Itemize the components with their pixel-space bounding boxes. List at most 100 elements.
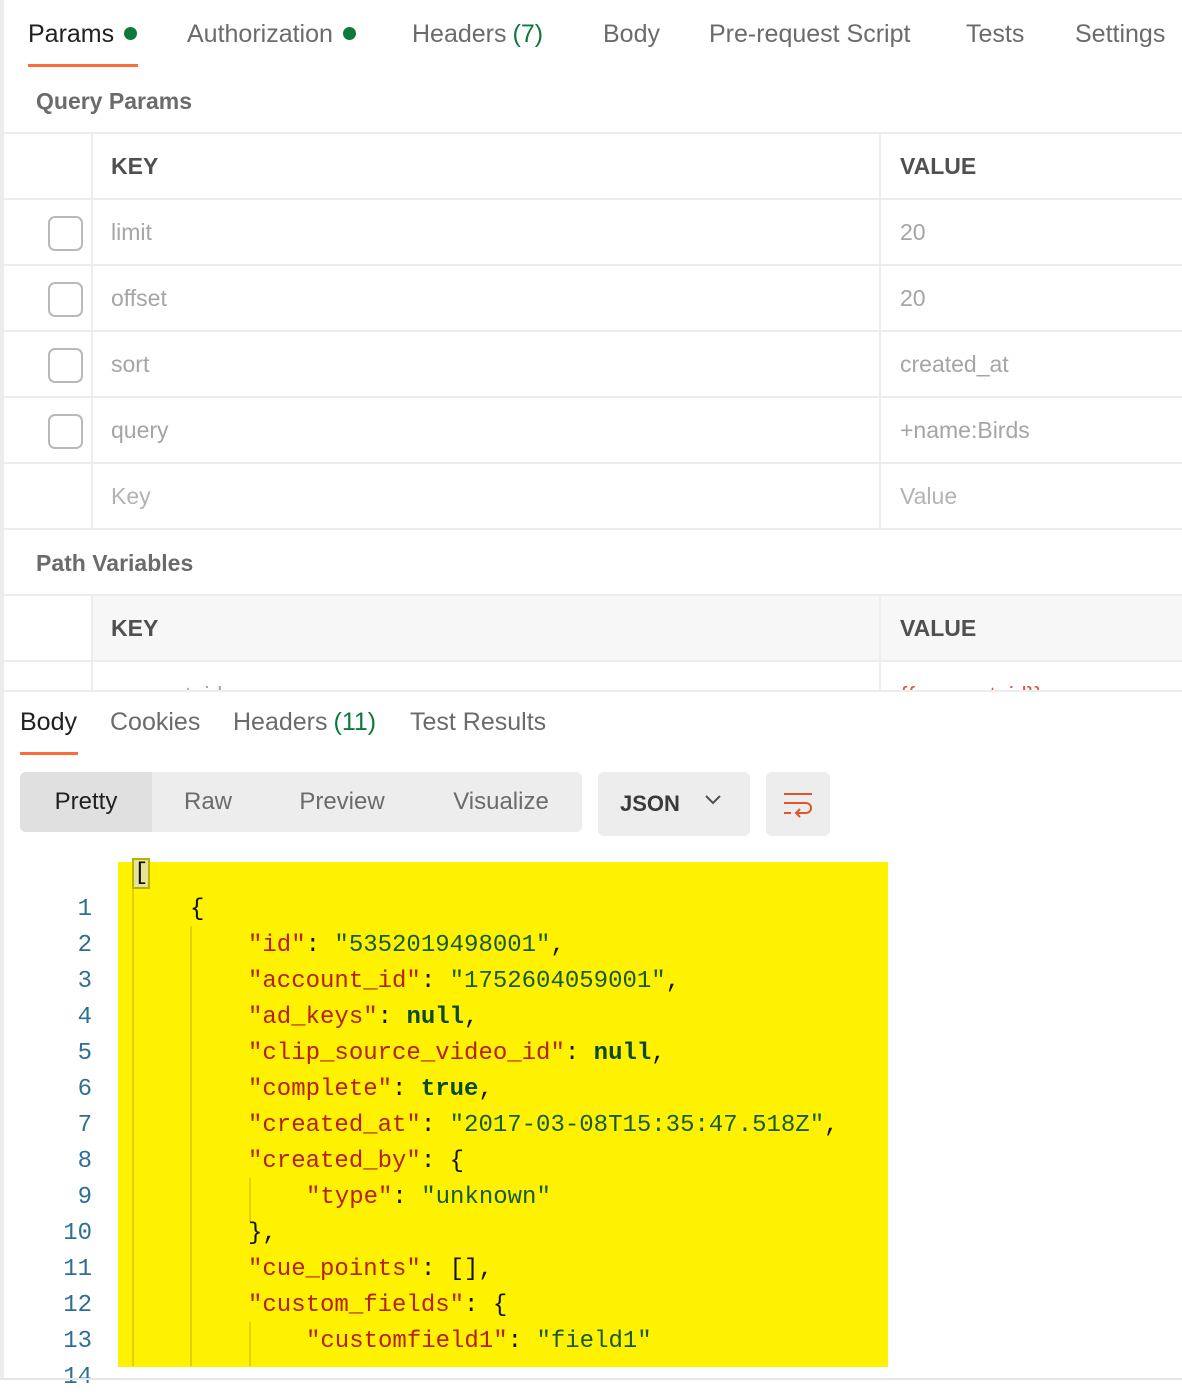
panel-bottom-border xyxy=(0,1378,1182,1380)
json-brace: }, xyxy=(248,1220,277,1247)
param-key[interactable]: offset xyxy=(93,266,881,330)
row-checkbox-cell xyxy=(4,266,93,330)
tab-params-label: Params xyxy=(28,20,115,48)
chevron-down-icon xyxy=(705,795,721,805)
path-variables-table: KEY VALUE account_id {{account_id}} xyxy=(4,594,1182,692)
json-string: "2017-03-08T15:35:47.518Z" xyxy=(449,1112,825,1139)
tab-params-underline xyxy=(28,64,138,67)
code-line: 13 "custom_fields": { xyxy=(0,1288,507,1355)
code-line: 1 [ xyxy=(0,856,151,923)
format-select[interactable]: JSON xyxy=(598,772,750,836)
response-tab-body[interactable]: Body xyxy=(20,708,77,737)
column-header-key: KEY xyxy=(93,596,881,660)
params-active-dot-icon xyxy=(124,26,138,40)
param-value[interactable]: 20 xyxy=(881,266,1182,330)
table-row: sort created_at xyxy=(4,332,1182,398)
tab-headers-count: (7) xyxy=(512,20,544,48)
new-param-key-input[interactable]: Key xyxy=(93,464,881,528)
column-header-key: KEY xyxy=(93,134,881,198)
json-key: "cue_points" xyxy=(248,1256,421,1283)
request-tabs: Params Authorization Headers (7) Body Pre… xyxy=(0,0,1182,70)
response-tab-headers-count: (11) xyxy=(333,708,377,736)
json-brace: { xyxy=(190,896,205,923)
tab-params[interactable]: Params xyxy=(28,20,138,49)
code-line: 7 "complete": true, xyxy=(0,1072,493,1139)
format-select-value: JSON xyxy=(620,791,680,816)
header-checkbox-cell xyxy=(4,134,93,198)
code-line: 10 "type": "unknown" xyxy=(0,1180,551,1247)
indent-guide xyxy=(190,926,192,1366)
code-line: 2 { xyxy=(0,892,205,959)
path-variable-key[interactable]: account_id xyxy=(93,662,881,690)
json-brace: { xyxy=(449,1148,465,1175)
view-mode-preview-button[interactable]: Preview xyxy=(278,772,406,832)
view-mode-pretty-button[interactable]: Pretty xyxy=(20,772,152,832)
json-null: null xyxy=(406,1004,465,1031)
tab-headers-label: Headers xyxy=(412,20,507,48)
json-key: "ad_keys" xyxy=(248,1004,378,1031)
json-string: "unknown" xyxy=(421,1184,551,1211)
json-null: null xyxy=(593,1040,652,1067)
column-header-value: VALUE xyxy=(900,152,977,179)
authorization-active-dot-icon xyxy=(342,26,356,40)
code-line: 9 "created_by": { xyxy=(0,1144,464,1211)
row-checkbox-cell xyxy=(4,398,93,462)
json-bracket: [ xyxy=(131,858,151,889)
row-checkbox-cell xyxy=(4,332,93,396)
tab-settings[interactable]: Settings xyxy=(1075,20,1165,49)
param-key[interactable]: query xyxy=(93,398,881,462)
param-checkbox[interactable] xyxy=(48,282,83,317)
param-checkbox[interactable] xyxy=(48,216,83,251)
code-line: 14 "customfield1": "field1" xyxy=(0,1324,651,1391)
wrap-lines-icon xyxy=(784,793,812,818)
indent-guide xyxy=(132,882,134,1366)
param-value[interactable]: 20 xyxy=(881,200,1182,264)
json-key: "type" xyxy=(306,1184,393,1211)
code-line: 6 "clip_source_video_id": null, xyxy=(0,1036,666,1103)
code-line: 3 "id": "5352019498001", xyxy=(0,928,565,995)
json-key: "id" xyxy=(248,932,306,959)
header-checkbox-cell xyxy=(4,596,93,660)
wrap-lines-button[interactable] xyxy=(766,772,830,836)
view-mode-segmented-control: Pretty Raw Preview Visualize xyxy=(20,772,582,832)
view-mode-raw-button[interactable]: Raw xyxy=(160,772,256,832)
path-variables-title: Path Variables xyxy=(36,550,194,576)
query-params-table: KEY VALUE limit 20 offset 20 sort create… xyxy=(4,132,1182,530)
code-line: 8 "created_at": "2017-03-08T15:35:47.518… xyxy=(0,1108,839,1175)
tab-body[interactable]: Body xyxy=(603,20,660,49)
param-key[interactable]: sort xyxy=(93,332,881,396)
table-row: account_id {{account_id}} xyxy=(4,662,1182,692)
view-mode-visualize-button[interactable]: Visualize xyxy=(430,772,572,832)
tab-headers[interactable]: Headers (7) xyxy=(412,20,543,49)
path-variables-header-row: KEY VALUE xyxy=(4,596,1182,662)
param-key[interactable]: limit xyxy=(93,200,881,264)
row-checkbox-cell xyxy=(4,662,93,690)
param-checkbox[interactable] xyxy=(48,414,83,449)
tab-authorization[interactable]: Authorization xyxy=(187,20,356,49)
param-value[interactable]: created_at xyxy=(881,332,1182,396)
param-value[interactable]: +name:Birds xyxy=(881,398,1182,462)
json-boolean: true xyxy=(420,1076,479,1103)
json-key: "created_by" xyxy=(248,1148,421,1175)
json-key: "created_at" xyxy=(248,1112,421,1139)
json-string: "field1" xyxy=(536,1328,652,1355)
table-row: offset 20 xyxy=(4,266,1182,332)
new-param-value-input[interactable]: Value xyxy=(881,464,1182,528)
code-line: 11 }, xyxy=(0,1216,277,1283)
json-string: "5352019498001" xyxy=(334,932,551,959)
code-line: 5 "ad_keys": null, xyxy=(0,1000,479,1067)
tab-authorization-label: Authorization xyxy=(187,20,333,48)
param-checkbox[interactable] xyxy=(48,348,83,383)
query-params-title: Query Params xyxy=(36,88,192,114)
json-key: "custom_fields" xyxy=(248,1292,465,1319)
response-body-editor[interactable]: 1 [ 2 { 3 "id": "5352019498001", 4 "acco… xyxy=(0,856,1182,1391)
tab-pre-request-script[interactable]: Pre-request Script xyxy=(709,20,910,49)
response-tab-test-results[interactable]: Test Results xyxy=(410,708,546,737)
response-tab-headers[interactable]: Headers (11) xyxy=(233,708,376,737)
row-checkbox-cell xyxy=(4,464,93,528)
row-checkbox-cell xyxy=(4,200,93,264)
response-tab-headers-label: Headers xyxy=(233,708,328,736)
path-variable-value[interactable]: {{account_id}} xyxy=(881,662,1182,690)
tab-tests[interactable]: Tests xyxy=(966,20,1024,49)
response-tab-cookies[interactable]: Cookies xyxy=(110,708,200,737)
